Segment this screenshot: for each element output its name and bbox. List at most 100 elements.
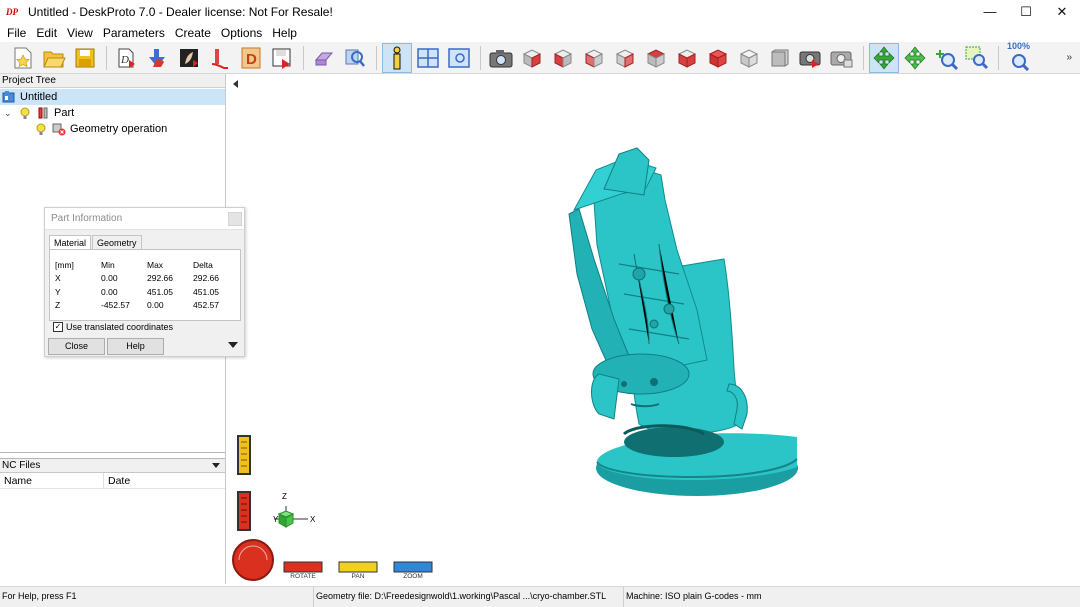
toolbar-separator xyxy=(376,45,377,70)
3d-viewport[interactable]: Z Y X ROTATE PAN ZOOM xyxy=(229,74,1080,584)
zoom-100-icon[interactable]: 100% xyxy=(1004,40,1034,73)
zoom-100-label: 100% xyxy=(1007,40,1031,51)
bitmap-wizard-icon[interactable] xyxy=(205,43,235,73)
maximize-button[interactable]: ☐ xyxy=(1008,0,1044,24)
svg-text:D: D xyxy=(120,54,129,66)
decoration-icon[interactable]: D xyxy=(236,43,266,73)
translated-coordinates-checkbox[interactable]: ✓ xyxy=(53,322,63,332)
table-header: Delta xyxy=(193,259,213,270)
save-icon[interactable] xyxy=(70,43,100,73)
table-cell: Z xyxy=(55,300,61,311)
view-iso-icon[interactable] xyxy=(703,43,733,73)
preview-icon[interactable] xyxy=(444,43,474,73)
column-date[interactable]: Date xyxy=(104,473,224,488)
nc-files-panel: NC Files Name Date xyxy=(0,458,225,584)
view-back-icon[interactable] xyxy=(548,43,578,73)
window-title: Untitled - DeskProto 7.0 - Dealer licens… xyxy=(28,5,333,19)
pan-view-icon[interactable] xyxy=(900,43,930,73)
menu-file[interactable]: File xyxy=(4,26,33,40)
menu-edit[interactable]: Edit xyxy=(33,26,64,40)
tree-item-label: Untitled xyxy=(20,91,58,103)
zoom-slider-icon[interactable] xyxy=(237,491,251,531)
table-row: Y 0.00 451.05 451.05 xyxy=(55,285,239,299)
lightbulb-icon[interactable] xyxy=(18,106,32,120)
column-name[interactable]: Name xyxy=(0,473,104,488)
menu-create[interactable]: Create xyxy=(172,26,218,40)
table-cell: 452.57 xyxy=(193,300,219,311)
view-side-icon[interactable] xyxy=(765,43,795,73)
nc-files-columns: Name Date xyxy=(0,473,225,489)
tab-geometry[interactable]: Geometry xyxy=(92,235,142,250)
window-controls: — ☐ ✕ xyxy=(972,0,1080,24)
dimensions-table: [mm] Min Max Delta X 0.00 292.66 292.66 … xyxy=(55,258,239,312)
view-front-icon[interactable] xyxy=(517,43,547,73)
rotate-mode-button[interactable] xyxy=(283,561,323,573)
view-iso2-icon[interactable] xyxy=(734,43,764,73)
tab-material[interactable]: Material xyxy=(49,235,92,250)
close-window-button[interactable]: ✕ xyxy=(1044,0,1080,24)
export-icon[interactable] xyxy=(267,43,297,73)
tree-item-part[interactable]: ⌄ Part xyxy=(0,105,225,121)
inspect-icon[interactable] xyxy=(340,43,370,73)
rotate-knob-icon[interactable] xyxy=(232,539,274,581)
status-bar: For Help, press F1 Geometry file: D:\Fre… xyxy=(0,586,1080,607)
window-layout-icon[interactable] xyxy=(413,43,443,73)
vector-wizard-icon[interactable] xyxy=(174,43,204,73)
tree-item-untitled[interactable]: Untitled xyxy=(0,89,225,105)
nc-files-title: NC Files xyxy=(2,460,41,471)
zoom-mode-label: ZOOM xyxy=(403,573,423,580)
pan-slider-icon[interactable] xyxy=(237,435,251,475)
zoom-mode-button[interactable] xyxy=(393,561,433,573)
menu-help[interactable]: Help xyxy=(269,26,304,40)
help-button[interactable]: Help xyxy=(107,338,164,355)
project-icon xyxy=(2,91,15,103)
import-geometry-icon[interactable]: D xyxy=(112,43,142,73)
table-header: Max xyxy=(147,259,164,270)
print-screen-icon[interactable] xyxy=(827,43,857,73)
expand-dialog-icon[interactable] xyxy=(228,342,238,348)
caret-down-icon[interactable] xyxy=(212,463,220,468)
zoom-window-icon[interactable] xyxy=(962,43,992,73)
close-button[interactable]: Close xyxy=(48,338,105,355)
menu-parameters[interactable]: Parameters xyxy=(100,26,172,40)
geometry-operation-icon xyxy=(52,123,66,136)
pan-mode-button[interactable] xyxy=(338,561,378,573)
screenshot-icon[interactable] xyxy=(796,43,826,73)
view-bottom-icon[interactable] xyxy=(672,43,702,73)
toolbar-separator xyxy=(863,45,864,70)
lightbulb-icon[interactable] xyxy=(34,122,48,136)
table-header: [mm] xyxy=(55,259,74,270)
toolbar-separator xyxy=(998,45,999,70)
new-file-icon[interactable] xyxy=(8,43,38,73)
menu-view[interactable]: View xyxy=(64,26,100,40)
toolbar-overflow-button[interactable]: » xyxy=(1066,52,1072,63)
info-icon[interactable] xyxy=(382,42,412,73)
app-logo-icon: DP xyxy=(6,7,18,17)
table-cell: 451.05 xyxy=(147,286,173,297)
view-top-icon[interactable] xyxy=(641,43,671,73)
minimize-button[interactable]: — xyxy=(972,0,1008,24)
menu-options[interactable]: Options xyxy=(218,26,269,40)
chevron-down-icon[interactable]: ⌄ xyxy=(4,108,18,119)
dialog-close-icon[interactable] xyxy=(228,212,242,226)
open-folder-icon[interactable] xyxy=(39,43,69,73)
translated-coordinates-option[interactable]: ✓ Use translated coordinates xyxy=(53,322,173,332)
rotate-view-icon[interactable] xyxy=(869,42,899,73)
toolbar-separator xyxy=(303,45,304,70)
dialog-tabs: Material Geometry xyxy=(49,235,143,250)
erase-icon[interactable] xyxy=(309,43,339,73)
dialog-title[interactable]: Part Information xyxy=(45,208,244,230)
view-left-icon[interactable] xyxy=(579,43,609,73)
table-cell: 0.00 xyxy=(101,286,118,297)
table-row: X 0.00 292.66 292.66 xyxy=(55,272,239,286)
nc-files-header[interactable]: NC Files xyxy=(0,459,225,473)
camera-icon[interactable] xyxy=(486,43,516,73)
tree-item-geometry-operation[interactable]: Geometry operation xyxy=(0,121,225,137)
part-information-dialog: Part Information Material Geometry [mm] … xyxy=(44,207,245,357)
zoom-in-icon[interactable] xyxy=(931,43,961,73)
status-machine: Machine: ISO plain G-codes - mm xyxy=(626,591,762,601)
main-toolbar: D D 100% » xyxy=(0,40,1080,74)
axis-x-label: X xyxy=(310,515,316,524)
view-right-icon[interactable] xyxy=(610,43,640,73)
part-wizard-icon[interactable] xyxy=(143,43,173,73)
